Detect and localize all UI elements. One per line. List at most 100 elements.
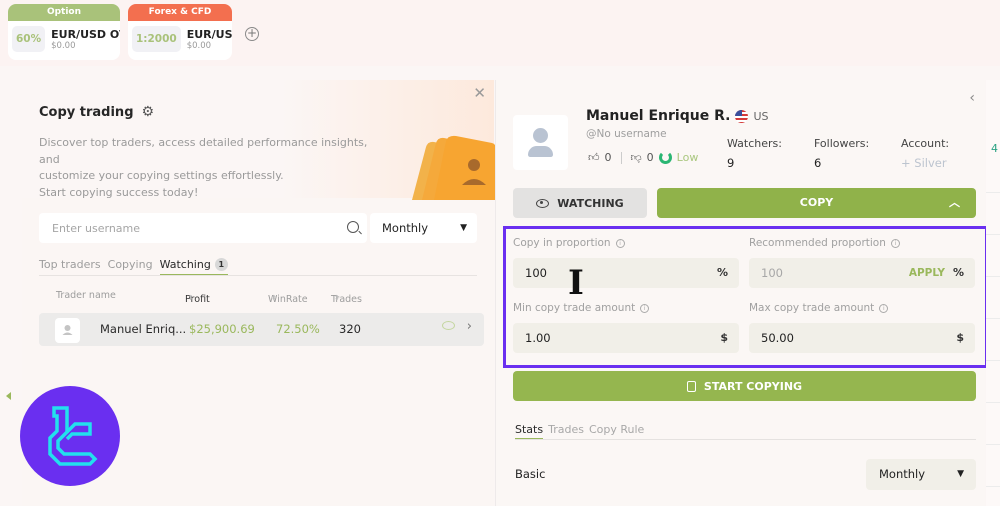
column-trader-name: Trader name: [56, 290, 116, 301]
info-icon[interactable]: i: [879, 303, 889, 313]
search-icon[interactable]: [347, 221, 359, 233]
stat-value: 9: [727, 156, 735, 170]
sort-icon[interactable]: ⬍: [188, 294, 194, 302]
stat-watchers: Watchers: 9: [727, 137, 782, 170]
period-select[interactable]: Monthly ▼: [370, 213, 477, 243]
tab-watching[interactable]: Watching 1: [159, 258, 228, 275]
stat-followers: Followers: 6: [814, 137, 869, 170]
start-copying-button[interactable]: START COPYING: [513, 371, 976, 401]
field-unit: $: [720, 331, 728, 344]
asset-amount: $0.00: [186, 40, 212, 51]
tab-top-traders[interactable]: Top traders: [39, 258, 101, 275]
asset-tab-option[interactable]: Option 60% EUR/USD OTC $0.00: [8, 4, 120, 60]
panel-description: Discover top traders, access detailed pe…: [39, 135, 389, 201]
label-text: Recommended proportion: [749, 237, 886, 249]
trader-tabs: Top traders Copying Watching 1: [39, 258, 477, 276]
divider: [986, 318, 1000, 319]
trader-votes: 👍︎ 0 👎︎ 0 Low: [588, 151, 698, 164]
us-flag-icon: [735, 109, 749, 123]
gear-icon[interactable]: ⚙: [142, 104, 155, 120]
watching-count-badge: 1: [214, 258, 228, 271]
trader-profit: $25,900.69: [189, 322, 255, 336]
asset-tabs-bar: Option 60% EUR/USD OTC $0.00 Forex & CFD…: [0, 0, 1000, 66]
user-icon: [62, 325, 73, 335]
tab-copy-rule[interactable]: Copy Rule: [589, 423, 644, 439]
divider: [986, 444, 1000, 445]
divider: [986, 402, 1000, 403]
copy-proportion-label: Copy in proportion i: [513, 237, 625, 249]
trader-name: Manuel Enriq...: [100, 322, 187, 336]
leverage-rate: 1:2000: [132, 26, 181, 52]
chevron-up-icon: ︿: [949, 196, 960, 209]
chevron-right-icon[interactable]: ›: [467, 319, 472, 334]
section-title: Basic: [515, 467, 546, 481]
copy-button[interactable]: COPY ︿: [657, 188, 976, 218]
username-search-input[interactable]: [39, 213, 319, 243]
tab-stats[interactable]: Stats: [515, 423, 544, 439]
collapse-arrow-icon[interactable]: [6, 392, 11, 400]
trader-country: US: [753, 109, 769, 123]
field-unit: $: [956, 331, 964, 344]
recommended-proportion-label: Recommended proportion i: [749, 237, 900, 249]
payout-rate: 60%: [12, 26, 46, 52]
close-icon[interactable]: ✕: [473, 84, 486, 102]
label-text: Max copy trade amount: [749, 302, 875, 314]
asset-amount: $0.00: [51, 40, 76, 51]
table-row[interactable]: Manuel Enriq... $25,900.69 72.50% 320 ›: [39, 313, 484, 346]
tab-trades[interactable]: Trades: [548, 423, 584, 439]
min-amount-input[interactable]: 1.00 $: [513, 323, 739, 353]
avatar: [55, 318, 80, 343]
apply-button[interactable]: APPLY: [909, 258, 945, 288]
asset-pair: EUR/USD OTC: [51, 27, 120, 41]
description-line: Discover top traders, access detailed pe…: [39, 136, 368, 166]
info-icon[interactable]: i: [890, 238, 900, 248]
divider: [986, 486, 1000, 487]
field-unit: %: [716, 266, 728, 279]
watching-button[interactable]: WATCHING: [513, 188, 647, 218]
button-label: COPY: [799, 196, 834, 209]
eye-icon[interactable]: [442, 321, 455, 330]
thumbs-down-icon[interactable]: 👎︎: [631, 151, 642, 164]
sort-icon[interactable]: ⬍: [334, 294, 340, 302]
sort-icon[interactable]: ⬍: [271, 294, 277, 302]
stats-period-select[interactable]: Monthly ▼: [866, 459, 976, 490]
divider: [620, 151, 622, 164]
button-label: WATCHING: [557, 196, 624, 210]
divider: [986, 360, 1000, 361]
logo-icon: [48, 406, 98, 466]
stat-value: 6: [814, 156, 822, 170]
trader-trades: 320: [339, 322, 361, 336]
stat-label: Account:: [901, 137, 950, 150]
field-unit: %: [952, 266, 964, 279]
asset-tab-forex[interactable]: Forex & CFD 1:2000 EUR/USD $0.00: [128, 4, 232, 60]
asset-category: Option: [8, 4, 120, 21]
user-icon: [533, 128, 548, 143]
thumbs-up-icon[interactable]: 👍︎: [588, 151, 600, 164]
risk-level: Low: [676, 151, 699, 164]
detail-tabs: Stats Trades Copy Rule: [515, 423, 976, 440]
trader-detail-panel: ‹ Manuel Enrique R. US @No username 👍︎ 0…: [495, 80, 988, 506]
description-line: customize your copying settings effortle…: [39, 169, 284, 182]
trader-name: Manuel Enrique R.: [586, 108, 731, 124]
copy-settings-highlight: Copy in proportion i 100 % Recommended p…: [503, 226, 988, 368]
eye-icon: [536, 198, 550, 208]
hero-banner: ✕ Copy trading ⚙ Discover top traders, a…: [22, 80, 496, 201]
max-amount-input[interactable]: 50.00 $: [749, 323, 975, 353]
profile-avatar: [513, 115, 568, 170]
add-asset-icon[interactable]: +: [245, 27, 259, 41]
likes-count: 0: [604, 151, 612, 164]
recommended-proportion-field: 100 APPLY %: [749, 258, 975, 288]
period-value: Monthly: [382, 221, 429, 235]
info-icon[interactable]: i: [640, 303, 650, 313]
asset-pair: EUR/USD: [186, 27, 232, 41]
field-value: 100: [761, 266, 783, 280]
copy-proportion-input[interactable]: 100 %: [513, 258, 739, 288]
divider: [986, 276, 1000, 277]
stat-account: Account: + Silver: [901, 137, 949, 170]
tab-copying[interactable]: Copying: [108, 258, 153, 275]
info-icon[interactable]: i: [615, 238, 625, 248]
description-line: Start copying success today!: [39, 185, 199, 199]
field-value: 1.00: [525, 331, 551, 345]
chevron-left-icon[interactable]: ‹: [969, 90, 975, 106]
period-value: Monthly: [879, 467, 926, 481]
